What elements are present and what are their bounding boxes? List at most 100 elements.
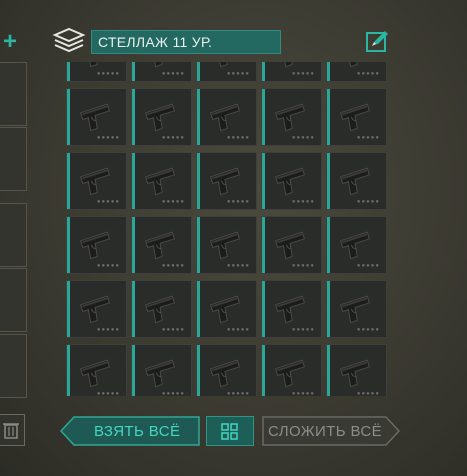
rarity-stars: ●●●●● — [161, 135, 185, 141]
inventory-slot[interactable]: ●●●●● — [66, 88, 127, 146]
left-slot[interactable] — [0, 62, 27, 126]
stack-all-label: СЛОЖИТЬ ВСЁ — [268, 423, 383, 440]
pistol-icon — [209, 359, 241, 388]
left-slot[interactable] — [0, 268, 27, 332]
inventory-slot[interactable]: ●●●●● — [131, 344, 192, 396]
page-title: СТЕЛЛАЖ 11 УР. — [98, 34, 213, 50]
grid-sort-icon — [221, 423, 238, 440]
rarity-stars: ●●●●● — [161, 327, 185, 333]
stack-all-button[interactable]: СЛОЖИТЬ ВСЁ — [262, 416, 400, 446]
rarity-stars: ●●●●● — [96, 263, 120, 269]
pistol-icon — [339, 295, 371, 324]
inventory-slot[interactable]: ●●●●● — [326, 280, 387, 338]
inventory-slot[interactable]: ●●●●● — [131, 280, 192, 338]
pistol-icon — [144, 167, 176, 196]
plus-icon[interactable]: + — [3, 30, 17, 54]
inventory-grid: ●●●●● ●●●●● ●●●●● ●●●●● ●●●●● ●●●●● ●●●●● ●●●●●… — [66, 62, 394, 396]
rarity-stars: ●●●●● — [161, 263, 185, 269]
pistol-icon — [144, 295, 176, 324]
rarity-stars: ●●●●● — [356, 71, 380, 77]
pistol-icon — [79, 295, 111, 324]
inventory-slot[interactable]: ●●●●● — [326, 344, 387, 396]
rarity-stars: ●●●●● — [226, 327, 250, 333]
inventory-slot[interactable]: ●●●●● — [66, 344, 127, 396]
take-all-label: ВЗЯТЬ ВСЁ — [94, 423, 181, 440]
boxes-stack-icon — [52, 27, 86, 53]
rarity-stars: ●●●●● — [226, 391, 250, 396]
pistol-icon — [274, 167, 306, 196]
rarity-stars: ●●●●● — [356, 327, 380, 333]
inventory-slot[interactable]: ●●●●● — [66, 216, 127, 274]
inventory-slot[interactable]: ●●●●● — [261, 152, 322, 210]
inventory-slot[interactable]: ●●●●● — [261, 216, 322, 274]
inventory-slot[interactable]: ●●●●● — [196, 344, 257, 396]
sort-button[interactable] — [206, 416, 254, 446]
rarity-stars: ●●●●● — [161, 391, 185, 396]
inventory-slot[interactable]: ●●●●● — [66, 152, 127, 210]
pistol-icon — [144, 103, 176, 132]
pistol-icon — [79, 103, 111, 132]
left-slot[interactable] — [0, 334, 27, 398]
rarity-stars: ●●●●● — [291, 135, 315, 141]
trash-button[interactable] — [0, 414, 25, 446]
inventory-slot[interactable]: ●●●●● — [66, 280, 127, 338]
inventory-slot[interactable]: ●●●●● — [326, 62, 387, 82]
pistol-icon — [209, 295, 241, 324]
inventory-slot[interactable]: ●●●●● — [196, 216, 257, 274]
inventory-slot[interactable]: ●●●●● — [326, 216, 387, 274]
pistol-icon — [209, 167, 241, 196]
inventory-slot[interactable]: ●●●●● — [131, 88, 192, 146]
rarity-stars: ●●●●● — [356, 263, 380, 269]
pistol-icon — [274, 103, 306, 132]
trash-icon — [3, 423, 19, 439]
inventory-slot[interactable]: ●●●●● — [261, 280, 322, 338]
pistol-icon — [209, 103, 241, 132]
storage-title-bar: СТЕЛЛАЖ 11 УР. — [91, 30, 281, 54]
pistol-icon — [79, 359, 111, 388]
rarity-stars: ●●●●● — [291, 327, 315, 333]
inventory-slot[interactable]: ●●●●● — [261, 62, 322, 82]
pistol-icon — [339, 167, 371, 196]
inventory-slot[interactable]: ●●●●● — [131, 62, 192, 82]
inventory-slot[interactable]: ●●●●● — [131, 216, 192, 274]
rarity-stars: ●●●●● — [291, 199, 315, 205]
rarity-stars: ●●●●● — [96, 199, 120, 205]
left-slot[interactable] — [0, 127, 27, 191]
rarity-stars: ●●●●● — [96, 327, 120, 333]
rarity-stars: ●●●●● — [356, 135, 380, 141]
rarity-stars: ●●●●● — [226, 199, 250, 205]
rarity-stars: ●●●●● — [291, 71, 315, 77]
inventory-slot[interactable]: ●●●●● — [196, 152, 257, 210]
inventory-slot[interactable]: ●●●●● — [66, 62, 127, 82]
pistol-icon — [274, 359, 306, 388]
pistol-icon — [274, 295, 306, 324]
inventory-slot[interactable]: ●●●●● — [131, 152, 192, 210]
rarity-stars: ●●●●● — [161, 199, 185, 205]
pistol-icon — [79, 167, 111, 196]
inventory-slot[interactable]: ●●●●● — [261, 88, 322, 146]
rarity-stars: ●●●●● — [226, 135, 250, 141]
inventory-slot[interactable]: ●●●●● — [326, 152, 387, 210]
inventory-slot[interactable]: ●●●●● — [261, 344, 322, 396]
pistol-icon — [339, 359, 371, 388]
inventory-slot[interactable]: ●●●●● — [196, 62, 257, 82]
rarity-stars: ●●●●● — [226, 71, 250, 77]
rarity-stars: ●●●●● — [356, 199, 380, 205]
rarity-stars: ●●●●● — [356, 391, 380, 396]
rarity-stars: ●●●●● — [291, 263, 315, 269]
rarity-stars: ●●●●● — [161, 71, 185, 77]
inventory-slot[interactable]: ●●●●● — [196, 280, 257, 338]
inventory-slot[interactable]: ●●●●● — [326, 88, 387, 146]
pistol-icon — [209, 231, 241, 260]
left-slot[interactable] — [0, 203, 27, 267]
rarity-stars: ●●●●● — [291, 391, 315, 396]
rarity-stars: ●●●●● — [96, 391, 120, 396]
pistol-icon — [144, 359, 176, 388]
inventory-slot[interactable]: ●●●●● — [196, 88, 257, 146]
edit-pencil-icon[interactable] — [366, 30, 390, 52]
pistol-icon — [339, 103, 371, 132]
pistol-icon — [274, 231, 306, 260]
pistol-icon — [144, 231, 176, 260]
pistol-icon — [79, 231, 111, 260]
take-all-button[interactable]: ВЗЯТЬ ВСЁ — [60, 416, 200, 446]
